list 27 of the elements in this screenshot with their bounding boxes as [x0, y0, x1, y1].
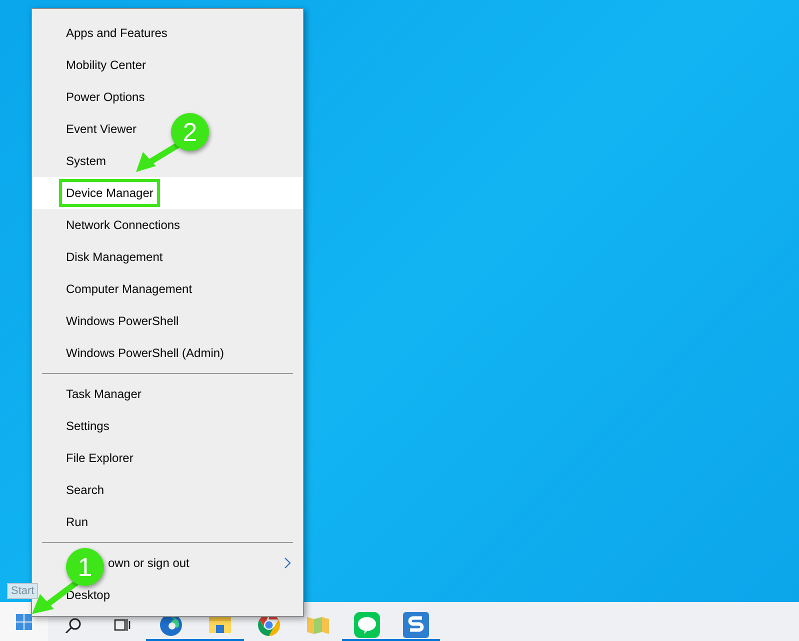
- annotation-arrow: [136, 142, 180, 172]
- menu-item[interactable]: Network Connections: [66, 218, 180, 232]
- search-icon: [64, 616, 80, 632]
- menu-item[interactable]: Settings: [66, 419, 110, 433]
- menu-item[interactable]: Run: [66, 515, 88, 529]
- menu-item[interactable]: Mobility Center: [66, 58, 146, 72]
- menu-item[interactable]: Windows PowerShell (Admin): [66, 346, 224, 360]
- menu-item[interactable]: Search: [66, 483, 104, 497]
- menu-item[interactable]: Event Viewer: [66, 122, 136, 136]
- menu-item[interactable]: Apps and Features: [66, 26, 168, 40]
- menu-item[interactable]: Desktop: [66, 588, 110, 602]
- task-view-icon: [112, 616, 130, 632]
- start-tooltip: Start: [7, 583, 38, 599]
- windows-logo-icon: [16, 614, 32, 630]
- chevron-icon: [284, 557, 291, 569]
- menu-item[interactable]: File Explorer: [66, 451, 134, 465]
- menu-item[interactable]: Device Manager: [32, 177, 303, 209]
- menu-item[interactable]: System: [66, 154, 106, 168]
- menu-item[interactable]: Computer Management: [66, 282, 192, 296]
- folder-icon: [208, 616, 230, 633]
- menu-item[interactable]: Disk Management: [66, 250, 163, 264]
- menu-item[interactable]: Windows PowerShell: [66, 314, 179, 328]
- chat-app-icon: [354, 612, 380, 638]
- menu-item[interactable]: Task Manager: [66, 387, 142, 401]
- menu-item[interactable]: own or sign out: [108, 556, 190, 570]
- app-icon: [402, 612, 428, 638]
- menu-item[interactable]: Power Options: [66, 90, 145, 104]
